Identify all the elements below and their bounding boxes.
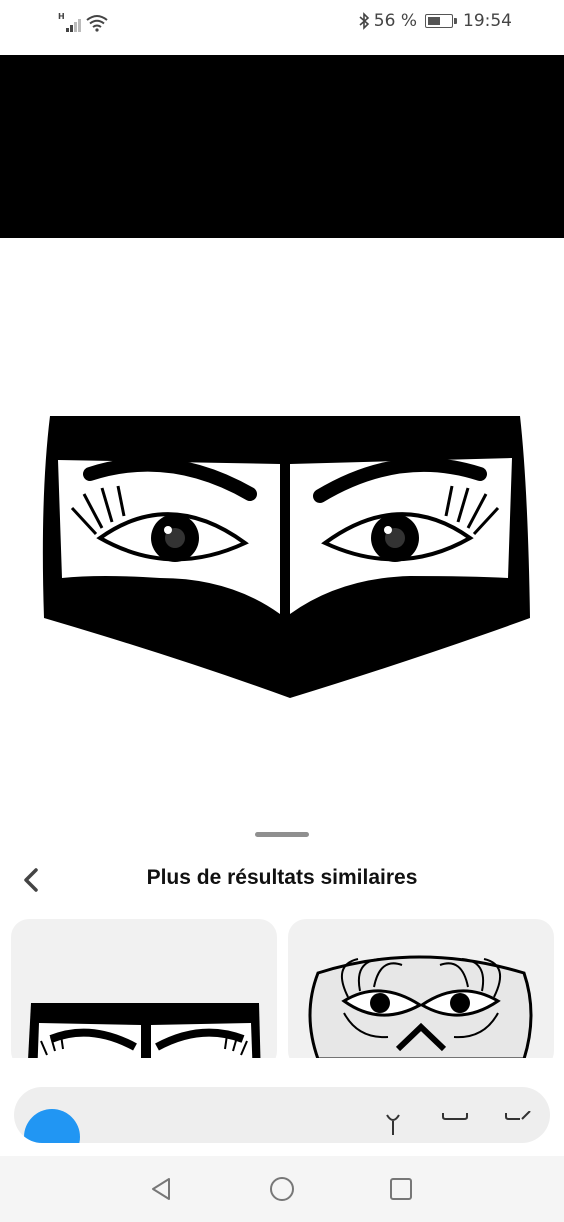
edit-icon[interactable] — [502, 1111, 532, 1135]
result-card[interactable] — [288, 919, 554, 1069]
bluetooth-icon — [359, 12, 369, 30]
image-top-band — [0, 55, 564, 238]
nav-home-button[interactable] — [267, 1174, 297, 1204]
camera-icon[interactable] — [440, 1111, 470, 1135]
nav-recents-button[interactable] — [386, 1174, 416, 1204]
recents-square-icon — [390, 1178, 412, 1200]
home-circle-icon — [270, 1177, 294, 1201]
wifi-icon — [86, 15, 108, 32]
search-bar-actions — [378, 1111, 532, 1135]
nav-back-button[interactable] — [146, 1174, 176, 1204]
sheet-title: Plus de résultats similaires — [146, 866, 418, 889]
status-left: H — [58, 12, 108, 32]
battery-icon — [425, 14, 457, 28]
hero-image[interactable] — [0, 238, 564, 818]
clock: 19:54 — [463, 11, 512, 31]
result-card[interactable] — [11, 919, 277, 1069]
battery-percent: 56 % — [373, 11, 417, 31]
system-nav-bar — [0, 1156, 564, 1222]
sheet-header: Plus de résultats similaires — [0, 855, 564, 905]
bottom-search-bar[interactable] — [14, 1087, 550, 1143]
status-bar: H 56 % 19:54 — [0, 0, 564, 48]
eyes-veil-illustration-icon — [42, 416, 530, 698]
signal-icon: H — [58, 12, 81, 32]
eye-mask-lashes-icon — [308, 955, 533, 1061]
status-right: 56 % 19:54 — [358, 11, 512, 31]
back-triangle-icon — [152, 1178, 170, 1200]
microphone-icon[interactable] — [378, 1111, 408, 1135]
network-type: H — [58, 12, 65, 21]
sheet-drag-handle[interactable] — [255, 832, 309, 837]
eyes-veil-illustration-icon — [27, 1003, 261, 1069]
battery-fill — [428, 17, 440, 25]
search-icon[interactable] — [24, 1109, 80, 1143]
